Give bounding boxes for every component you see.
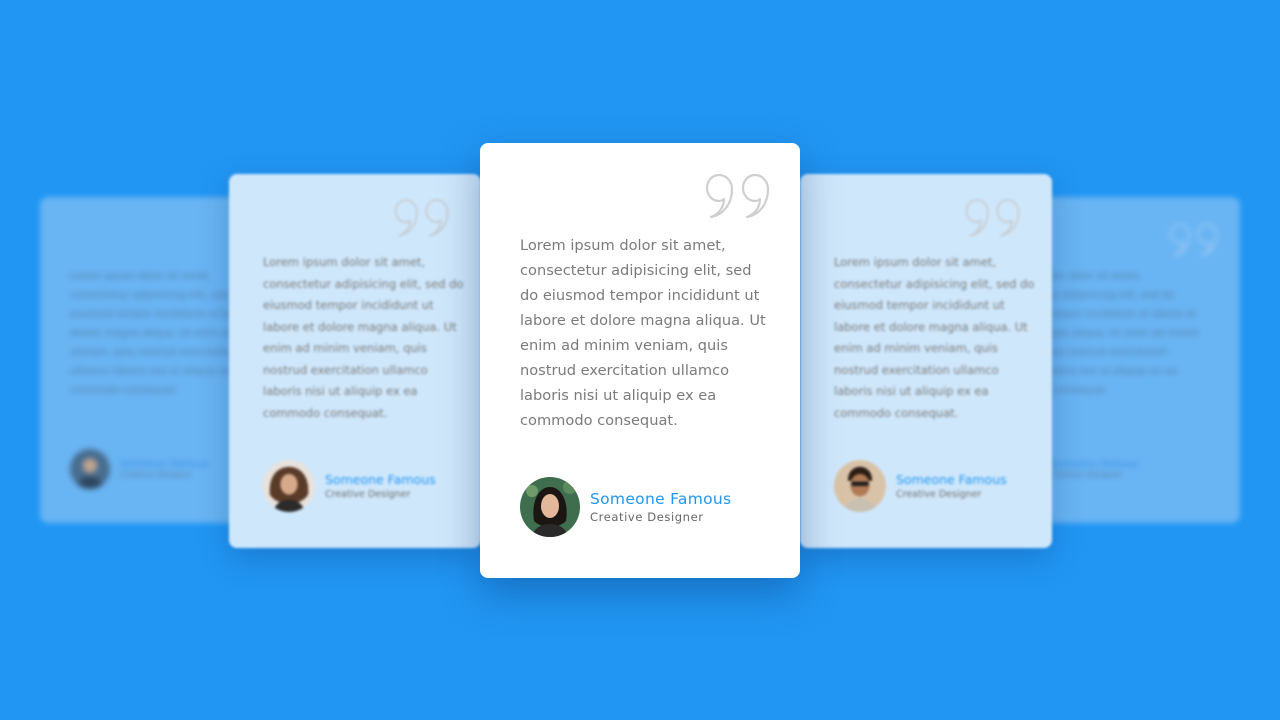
avatar	[70, 449, 110, 489]
avatar	[834, 460, 886, 512]
quote-icon	[394, 199, 449, 237]
author-role: Creative Designer	[325, 489, 411, 500]
author-name: Someone Famous	[325, 472, 436, 487]
testimonial-quote: Lorem ipsum dolor sit amet, consectetur …	[520, 237, 766, 429]
author-role: Creative Designer	[1050, 470, 1122, 479]
testimonial-card-left[interactable]: Lorem ipsum dolor sit amet, consectetur …	[229, 174, 481, 548]
testimonial-quote: Lorem ipsum dolor sit amet, consectetur …	[263, 255, 464, 420]
testimonial-author: Someone Famous Creative Designer	[834, 460, 1007, 512]
author-role: Creative Designer	[896, 489, 982, 500]
quote-icon	[705, 173, 770, 219]
author-role: Creative Designer	[120, 470, 192, 479]
testimonial-card-right[interactable]: Lorem ipsum dolor sit amet, consectetur …	[800, 174, 1052, 548]
author-role: Creative Designer	[590, 510, 704, 524]
avatar	[520, 477, 580, 537]
quote-icon	[1169, 223, 1218, 257]
testimonial-quote: Lorem ipsum dolor sit amet, consectetur …	[834, 255, 1035, 420]
testimonial-carousel: Lorem ipsum dolor sit amet, consectetur …	[0, 0, 1280, 720]
author-name: Someone Famous	[1050, 459, 1139, 470]
quote-icon	[965, 199, 1020, 237]
author-name: Someone Famous	[896, 472, 1007, 487]
author-name: Someone Famous	[120, 459, 209, 470]
testimonial-author: Someone Famous Creative Designer	[520, 477, 731, 537]
avatar	[263, 460, 315, 512]
testimonial-author: Someone Famous Creative Designer	[70, 449, 209, 489]
author-name: Someone Famous	[590, 490, 732, 508]
testimonial-author: Someone Famous Creative Designer	[263, 460, 436, 512]
testimonial-card-active[interactable]: Lorem ipsum dolor sit amet, consectetur …	[480, 143, 800, 578]
